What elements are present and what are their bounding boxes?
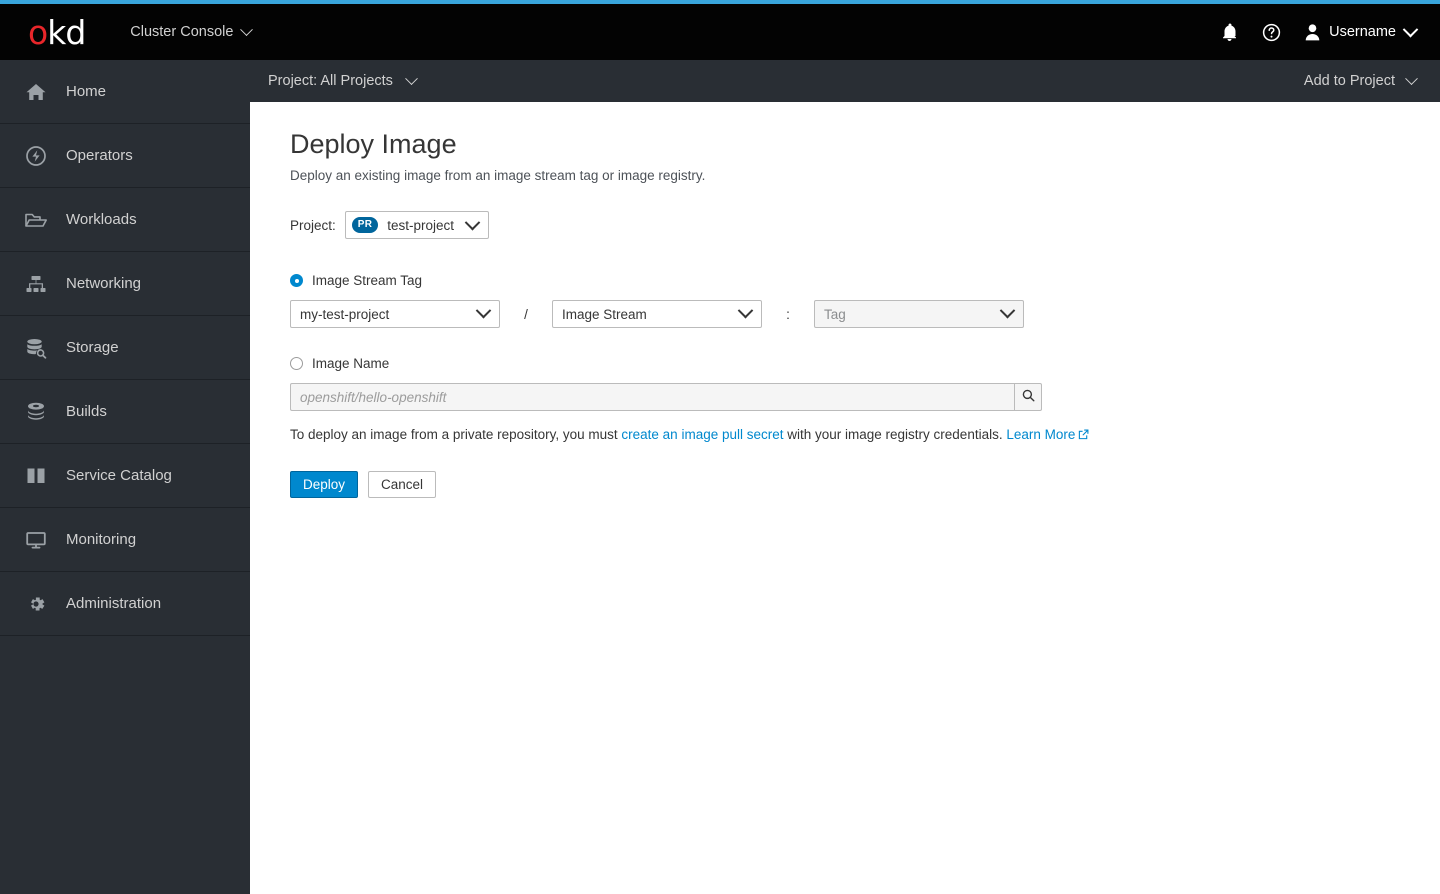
private-repo-help-text: To deploy an image from a private reposi…	[290, 427, 1400, 443]
project-selector-label: Project: All Projects	[268, 73, 393, 89]
sidebar-item-label: Operators	[66, 147, 133, 164]
sidebar-item-builds[interactable]: Builds	[0, 380, 250, 444]
chevron-down-icon	[240, 22, 254, 36]
project-badge: PR	[351, 217, 379, 234]
folder-open-icon	[24, 208, 48, 232]
page-subtitle: Deploy an existing image from an image s…	[290, 168, 706, 184]
sidebar-item-label: Storage	[66, 339, 119, 356]
logo-letters-kd: kd	[47, 12, 86, 52]
okd-logo[interactable]: okd	[28, 12, 86, 52]
radio-indicator[interactable]	[290, 274, 303, 288]
console-switcher[interactable]: Cluster Console	[130, 22, 254, 40]
user-avatar-icon	[1305, 23, 1320, 41]
bell-icon[interactable]	[1221, 23, 1238, 41]
chevron-down-icon	[405, 71, 418, 85]
sidebar-item-monitoring[interactable]: Monitoring	[0, 508, 250, 572]
help-text-part2: with your image registry credentials.	[783, 427, 1007, 443]
sidebar-item-label: Service Catalog	[66, 467, 172, 484]
sidebar-item-label: Workloads	[66, 211, 137, 228]
monitor-screen-icon	[24, 528, 48, 552]
namespace-select[interactable]: my-test-project	[290, 300, 500, 329]
sitemap-icon	[24, 272, 48, 296]
image-stream-select[interactable]: Image Stream	[552, 300, 762, 329]
project-selector[interactable]: Project: All Projects	[268, 71, 418, 89]
chevron-down-icon	[737, 303, 754, 319]
image-stream-tag-fields: my-test-project / Image Stream : Tag	[290, 300, 1400, 329]
tag-select[interactable]: Tag	[814, 300, 1024, 329]
open-book-icon	[24, 464, 48, 488]
deploy-button[interactable]: Deploy	[290, 471, 359, 499]
sidebar-item-administration[interactable]: Administration	[0, 572, 250, 636]
radio-image-name[interactable]: Image Name	[290, 356, 1400, 371]
sidebar-item-storage[interactable]: Storage	[0, 316, 250, 380]
project-dropdown-value: test-project	[387, 217, 455, 233]
sidebar-item-label: Builds	[66, 403, 107, 420]
radio-indicator[interactable]	[290, 357, 303, 371]
form-actions: Deploy Cancel	[290, 471, 1400, 499]
add-to-project-label: Add to Project	[1303, 73, 1395, 89]
cancel-button[interactable]: Cancel	[368, 471, 437, 499]
image-stream-select-value: Image Stream	[562, 306, 647, 322]
help-circle-icon[interactable]	[1262, 23, 1281, 42]
search-icon	[1022, 389, 1035, 405]
slash-separator: /	[524, 306, 528, 322]
namespace-select-value: my-test-project	[300, 306, 390, 322]
chevron-down-icon	[475, 303, 492, 319]
radio-image-name-label: Image Name	[312, 356, 390, 372]
sidebar-item-workloads[interactable]: Workloads	[0, 188, 250, 252]
radio-image-stream-tag[interactable]: Image Stream Tag	[290, 273, 1400, 288]
create-image-pull-secret-link[interactable]: create an image pull secret	[621, 427, 783, 442]
project-field-row: Project: PR test-project	[290, 211, 1400, 240]
image-search-button[interactable]	[1014, 383, 1042, 412]
add-to-project-menu[interactable]: Add to Project	[1303, 71, 1418, 89]
operators-bolt-icon	[24, 144, 48, 168]
logo-letter-o: o	[28, 12, 48, 52]
masthead-actions: Username	[1221, 21, 1419, 42]
sidebar-item-label: Home	[66, 83, 107, 100]
learn-more-label: Learn More	[1006, 427, 1076, 443]
project-dropdown[interactable]: PR test-project	[344, 211, 490, 240]
external-link-icon	[1078, 428, 1089, 443]
home-icon	[24, 80, 48, 104]
database-search-icon	[24, 336, 48, 360]
chevron-down-icon	[1402, 21, 1419, 37]
gear-icon	[24, 592, 48, 616]
console-switcher-label: Cluster Console	[130, 24, 234, 40]
sidebar-navigation: Home Operators Workloads Networking Stor…	[0, 60, 250, 894]
username-label: Username	[1329, 24, 1396, 40]
sidebar-item-service-catalog[interactable]: Service Catalog	[0, 444, 250, 508]
learn-more-link[interactable]: Learn More	[1006, 427, 1089, 442]
sidebar-item-networking[interactable]: Networking	[0, 252, 250, 316]
masthead: okd Cluster Console Username	[0, 4, 1440, 60]
tag-select-value: Tag	[824, 306, 846, 322]
sidebar-item-home[interactable]: Home	[0, 60, 250, 124]
colon-separator: :	[786, 306, 790, 322]
image-name-field-row	[290, 383, 1400, 412]
page-title: Deploy Image	[290, 129, 457, 159]
sidebar-item-label: Administration	[66, 595, 162, 612]
chevron-down-icon	[464, 214, 481, 231]
project-bar: Project: All Projects Add to Project	[250, 60, 1440, 102]
chevron-down-icon	[1405, 71, 1418, 85]
image-name-input[interactable]	[290, 383, 1014, 412]
sidebar-item-operators[interactable]: Operators	[0, 124, 250, 188]
user-menu[interactable]: Username	[1305, 21, 1419, 41]
main-content: Deploy Image Deploy an existing image fr…	[250, 102, 1440, 894]
project-field-label: Project:	[290, 217, 336, 233]
help-text-part1: To deploy an image from a private reposi…	[290, 427, 622, 443]
radio-image-stream-tag-label: Image Stream Tag	[312, 273, 423, 289]
chevron-down-icon	[999, 303, 1016, 319]
layers-icon	[24, 400, 48, 424]
sidebar-item-label: Networking	[66, 275, 142, 292]
sidebar-item-label: Monitoring	[66, 531, 137, 548]
